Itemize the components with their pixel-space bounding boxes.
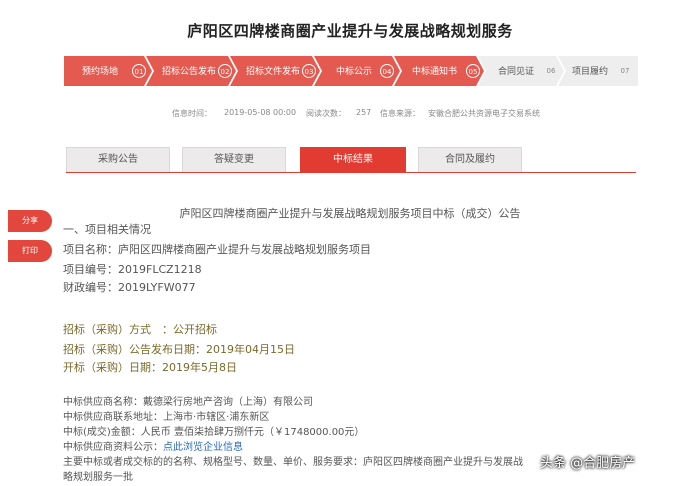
step-7[interactable]: 项目履约 07 bbox=[558, 56, 638, 86]
page-title: 庐阳区四牌楼商圈产业提升与发展战略规划服务 bbox=[187, 22, 513, 40]
step-number: 01 bbox=[132, 64, 146, 78]
step-label: 中标通知书 bbox=[412, 67, 458, 77]
time-value: 2019-05-08 00:00 bbox=[224, 108, 297, 117]
publish-date: 招标（采购）公告发布日期：2019年04月15日 bbox=[63, 343, 295, 356]
step-label: 招标公告发布 bbox=[162, 67, 217, 77]
source-label: 信息来源： bbox=[380, 109, 420, 118]
open-date: 开标（采购）日期：2019年5月8日 bbox=[63, 361, 237, 374]
step-3[interactable]: 招标文件发布 03 bbox=[230, 56, 320, 86]
print-button[interactable]: 打印 bbox=[8, 240, 52, 262]
step-number: 04 bbox=[380, 64, 394, 78]
step-5[interactable]: 中标通知书 05 bbox=[394, 56, 484, 86]
step-4[interactable]: 中标公示 04 bbox=[314, 56, 400, 86]
tab-qa-changes[interactable]: 答疑变更 bbox=[182, 147, 286, 173]
main-requirements-cont: 略规划服务一批 bbox=[63, 472, 133, 483]
step-number: 07 bbox=[620, 67, 630, 75]
tab-award-result[interactable]: 中标结果 bbox=[300, 147, 406, 173]
watermark: 头条 @合肥房产 bbox=[540, 456, 636, 471]
source-value: 安徽合肥公共资源电子交易系统 bbox=[428, 109, 540, 118]
company-info-link[interactable]: 点此浏览企业信息 bbox=[163, 442, 243, 453]
step-6[interactable]: 合同见证 06 bbox=[478, 56, 564, 86]
time-label: 信息时间： bbox=[172, 109, 212, 118]
main-requirements: 主要中标或者成交标的的名称、规格型号、数量、单价、服务要求：庐阳区四牌楼商圈产业… bbox=[63, 457, 523, 468]
supplier-name: 中标供应商名称：戴德梁行房地产咨询（上海）有限公司 bbox=[63, 397, 313, 408]
tab-contract[interactable]: 合同及履约 bbox=[418, 147, 522, 173]
tab-underline bbox=[66, 172, 636, 173]
project-name: 项目名称：庐阳区四牌楼商圈产业提升与发展战略规划服务项目 bbox=[63, 243, 371, 256]
procurement-method: 招标（采购）方式 ：公开招标 bbox=[63, 323, 217, 336]
finance-number: 财政编号：2019LYFW077 bbox=[63, 281, 196, 294]
supplier-info-label: 中标供应商资料公示： bbox=[63, 442, 163, 453]
step-label: 合同见证 bbox=[498, 67, 535, 77]
announcement-title: 庐阳区四牌楼商圈产业提升与发展战略规划服务项目中标（成交）公告 bbox=[179, 207, 521, 220]
section-heading: 一、项目相关情况 bbox=[63, 223, 151, 236]
step-label: 预约场地 bbox=[82, 67, 119, 77]
step-1[interactable]: 预约场地 01 bbox=[64, 56, 152, 86]
step-label: 招标文件发布 bbox=[246, 67, 301, 77]
tab-bar: 采购公告 答疑变更 中标结果 合同及履约 bbox=[66, 147, 636, 173]
process-steps: 预约场地 01 招标公告发布 02 招标文件发布 03 中标公示 04 中标通知… bbox=[64, 56, 638, 86]
award-amount: 中标(成交)金额：人民币 壹佰柒拾肆万捌仟元（￥1748000.00元） bbox=[63, 427, 365, 438]
project-number: 项目编号：2019FLCZ1218 bbox=[63, 263, 202, 276]
supplier-info: 中标供应商资料公示：点此浏览企业信息 bbox=[63, 438, 243, 453]
supplier-address: 中标供应商联系地址：上海市·市辖区·浦东新区 bbox=[63, 412, 270, 423]
step-2[interactable]: 招标公告发布 02 bbox=[146, 56, 236, 86]
views-value: 257 bbox=[356, 108, 372, 117]
step-label: 项目履约 bbox=[572, 67, 609, 77]
step-number: 06 bbox=[546, 67, 556, 75]
step-label: 中标公示 bbox=[336, 67, 373, 77]
tab-procurement-notice[interactable]: 采购公告 bbox=[66, 147, 170, 173]
views-label: 阅读次数： bbox=[306, 109, 346, 118]
